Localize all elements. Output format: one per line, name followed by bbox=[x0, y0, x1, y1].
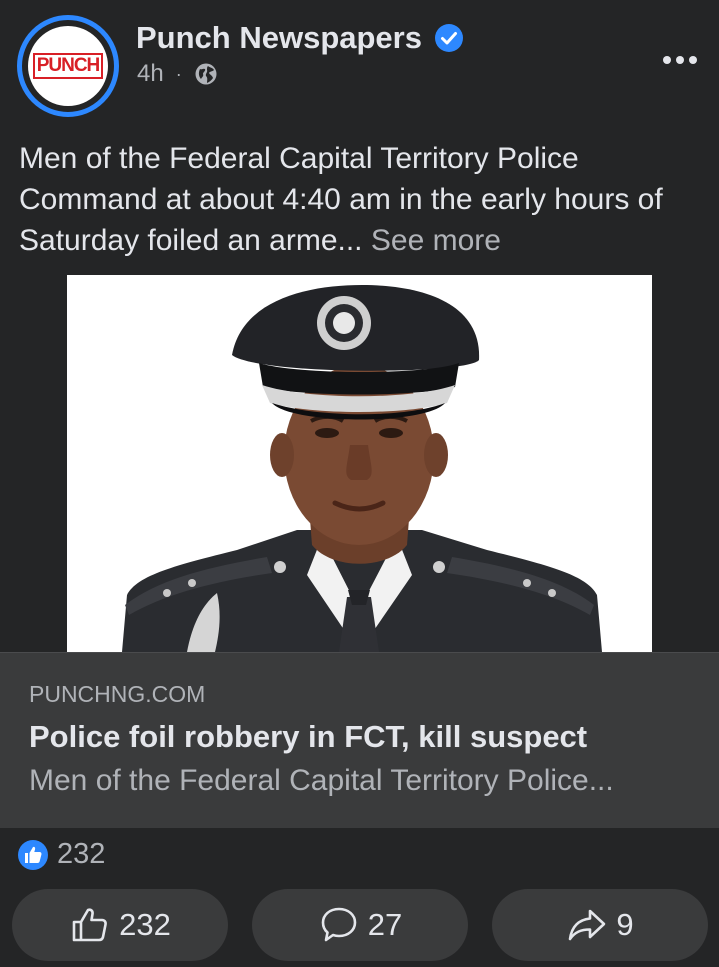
more-options-button[interactable] bbox=[655, 40, 705, 80]
page-name-row: Punch Newspapers bbox=[136, 20, 464, 56]
more-dot bbox=[663, 56, 671, 64]
reaction-count: 232 bbox=[57, 838, 106, 870]
link-domain: PUNCHNG.COM bbox=[29, 681, 206, 707]
like-reaction-icon bbox=[18, 839, 48, 870]
share-icon bbox=[569, 909, 606, 941]
post-header: PUNCH Punch Newspapers 4h · bbox=[0, 0, 719, 130]
page-name[interactable]: Punch Newspapers bbox=[136, 20, 422, 56]
share-count: 9 bbox=[616, 907, 634, 942]
comment-button[interactable]: 27 bbox=[252, 889, 468, 961]
officer-portrait-illustration bbox=[67, 275, 652, 652]
more-dot bbox=[689, 56, 697, 64]
post-time[interactable]: 4h bbox=[137, 60, 164, 88]
thumbs-up-icon bbox=[72, 908, 108, 942]
verified-badge-icon bbox=[434, 24, 463, 52]
see-more-link[interactable]: See more bbox=[371, 224, 501, 257]
punch-logo: PUNCH bbox=[28, 26, 108, 106]
reactions-summary[interactable]: 232 bbox=[17, 838, 105, 871]
meta-separator: · bbox=[175, 63, 182, 84]
comment-icon bbox=[321, 907, 357, 942]
share-button[interactable]: 9 bbox=[492, 889, 708, 961]
link-description: Men of the Federal Capital Territory Pol… bbox=[29, 764, 614, 797]
globe-icon bbox=[195, 63, 217, 85]
link-title: Police foil robbery in FCT, kill suspect bbox=[29, 719, 588, 754]
logo-text: PUNCH bbox=[32, 53, 104, 79]
post-body: Men of the Federal Capital Territory Pol… bbox=[19, 142, 663, 257]
page-avatar[interactable]: PUNCH bbox=[17, 15, 119, 117]
link-preview-card[interactable]: PUNCHNG.COM Police foil robbery in FCT, … bbox=[0, 652, 719, 828]
comment-count: 27 bbox=[367, 907, 403, 942]
post-text: Men of the Federal Capital Territory Pol… bbox=[19, 138, 709, 261]
link-image-area[interactable] bbox=[0, 275, 719, 652]
more-dot bbox=[676, 56, 684, 64]
like-button[interactable]: 232 bbox=[12, 889, 228, 961]
post-meta: 4h · bbox=[137, 60, 218, 88]
police-officer-photo[interactable] bbox=[67, 275, 652, 652]
action-bar: 232 27 9 bbox=[12, 889, 708, 961]
like-count: 232 bbox=[119, 907, 171, 942]
